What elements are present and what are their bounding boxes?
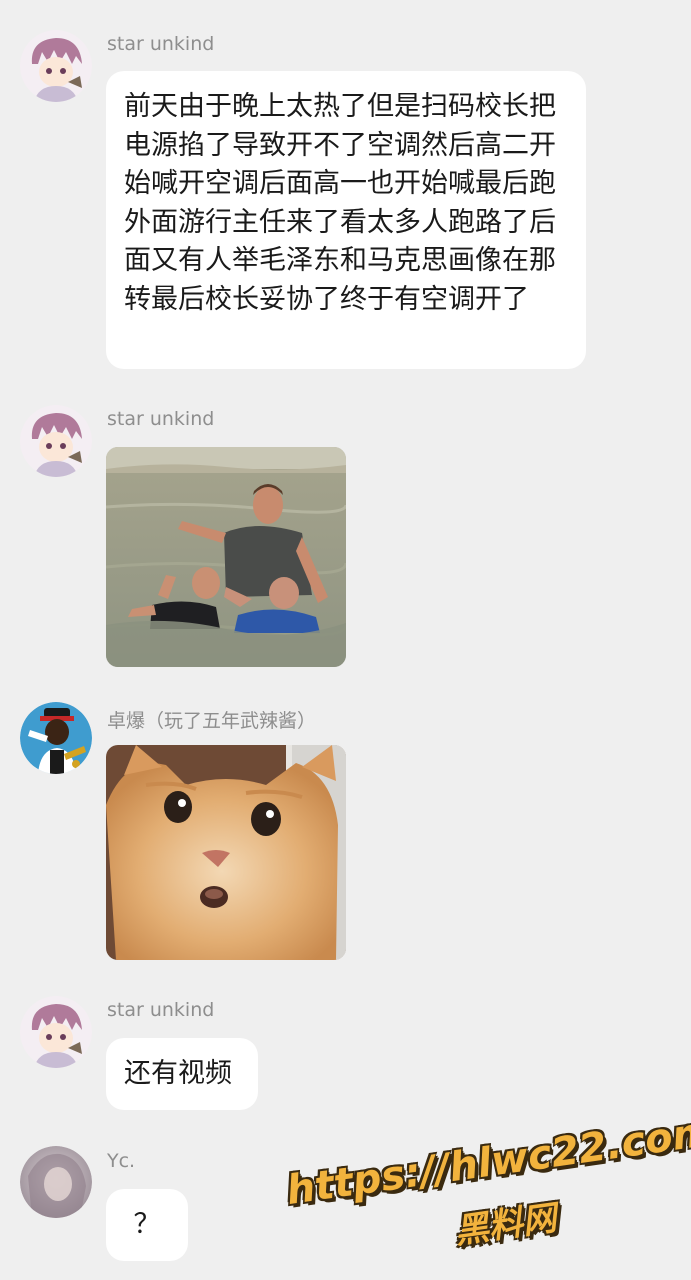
message-bubble[interactable]: 前天由于晚上太热了但是扫码校长把电源掐了导致开不了空调然后高二开始喊开空调后面高… [106,71,586,369]
sender-name: star unkind [107,33,215,55]
sender-name: Yc. [107,1150,136,1172]
saluting-soldier-avatar-icon[interactable] [20,702,92,774]
anime-character-avatar-icon[interactable] [20,30,92,102]
message-text: 前天由于晚上太热了但是扫码校长把电源掐了导致开不了空调然后高二开始喊开空调后面高… [124,91,556,315]
message-bubble[interactable]: 还有视频 [106,1038,258,1110]
watermark-site-name: 黑料网 [452,1198,559,1253]
anime-character-avatar-icon[interactable] [20,996,92,1068]
message-bubble[interactable]: ？ [106,1189,188,1261]
watermark-url: https://hlwc22.com [283,1108,691,1214]
sender-name: star unkind [107,999,215,1021]
surprised-orange-cat-photo[interactable] [106,745,346,960]
anime-character-avatar-icon[interactable] [20,405,92,477]
sender-name: 卓爆（玩了五年武辣酱） [107,710,317,732]
message-text: ？ [133,1209,161,1240]
men-saluting-in-water-photo[interactable] [106,447,346,667]
message-text: 还有视频 [124,1058,232,1089]
sender-name: star unkind [107,408,215,430]
blurred-portrait-avatar-icon[interactable] [20,1146,92,1218]
